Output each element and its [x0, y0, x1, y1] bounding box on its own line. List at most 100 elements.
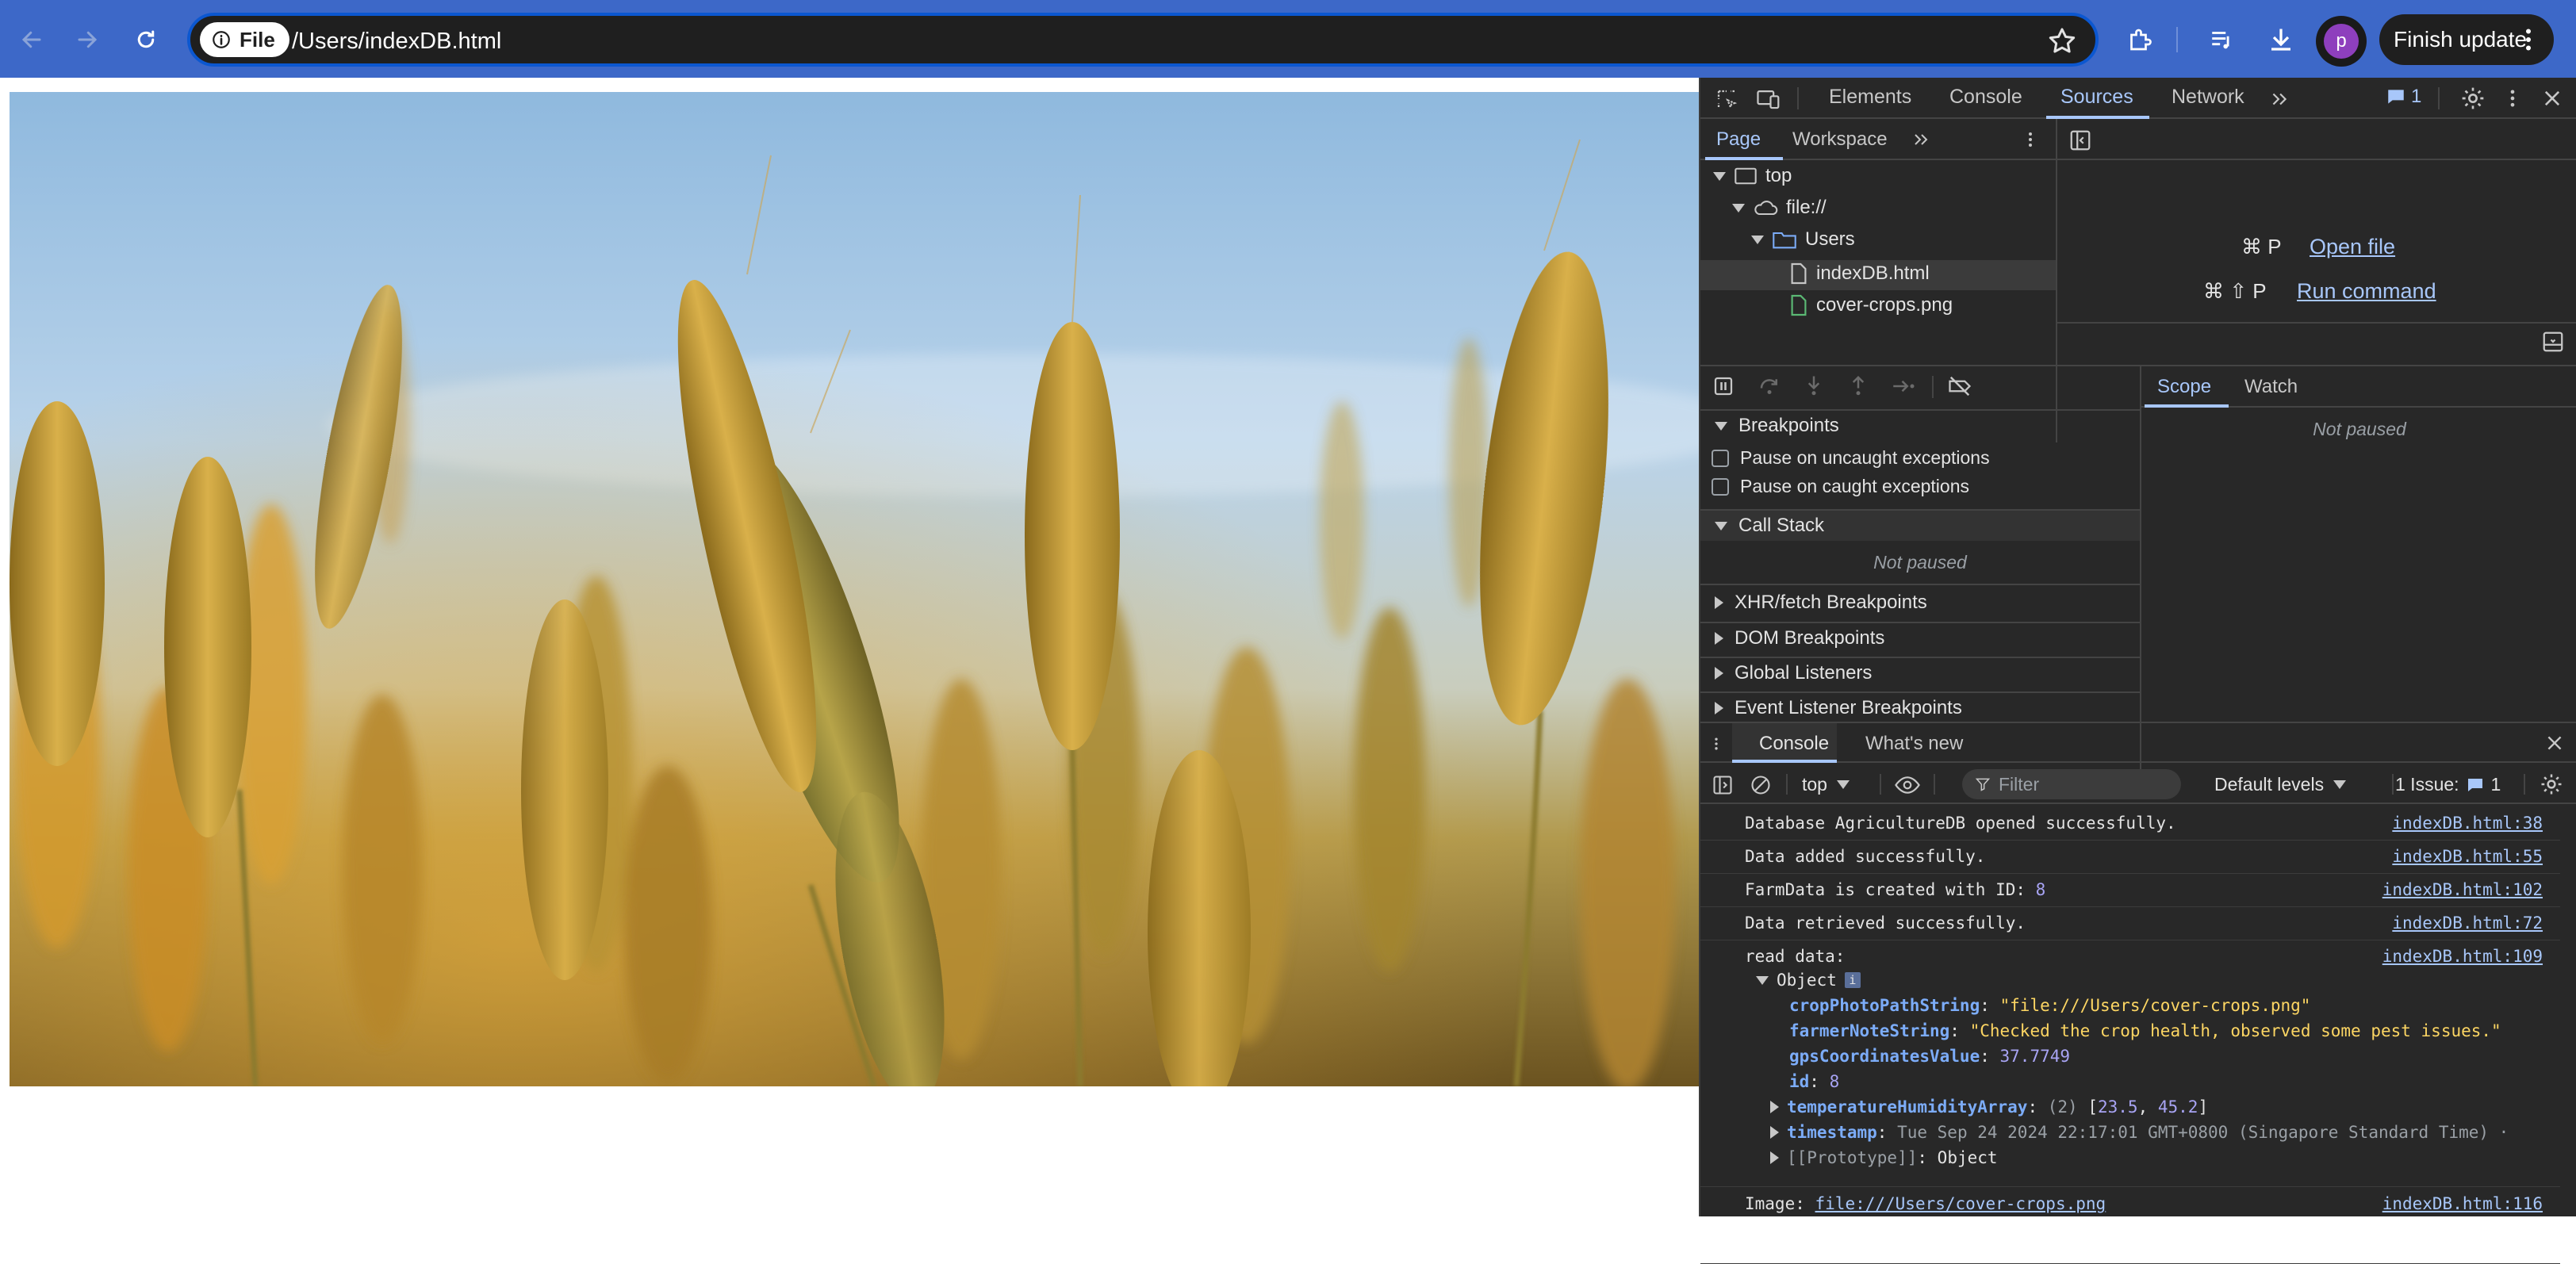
prop-value: "file:///Users/cover-crops.png" — [1999, 996, 2311, 1015]
playlist-icon — [2212, 32, 2229, 49]
tree-item-top[interactable]: top — [1713, 165, 1792, 187]
tree-item-file[interactable]: cover-crops.png — [1789, 293, 1953, 317]
event-listener-breakpoints-header[interactable]: Event Listener Breakpoints — [1700, 691, 2140, 723]
tab-network[interactable]: Network — [2172, 86, 2244, 109]
console-sidebar-icon[interactable] — [1712, 774, 1734, 796]
tree-item-folder[interactable]: Users — [1751, 228, 1855, 251]
tree-item-file-label: cover-crops.png — [1816, 294, 1953, 316]
navigator-tabbar: Page Workspace — [1700, 119, 2576, 160]
image-link[interactable]: file:///Users/cover-crops.png — [1815, 1194, 2106, 1213]
source-link[interactable]: indexDB.html:38 — [2392, 814, 2543, 833]
pause-uncaught-checkbox[interactable]: Pause on uncaught exceptions — [1712, 447, 1990, 469]
pause-caught-checkbox[interactable]: Pause on caught exceptions — [1712, 476, 1969, 497]
log-levels-dropdown[interactable]: Default levels — [2214, 774, 2347, 795]
filter-input[interactable]: Filter — [1962, 769, 2181, 799]
message-text: Image: — [1745, 1194, 1815, 1213]
info-icon[interactable]: i — [1844, 972, 1861, 988]
info-icon — [213, 31, 230, 48]
console-message: Data retrieved successfully. indexDB.htm… — [1700, 907, 2560, 940]
step-out-icon[interactable] — [1846, 374, 1870, 398]
clear-console-icon[interactable] — [1750, 774, 1772, 796]
back-button[interactable] — [10, 17, 54, 62]
navigator-menu-icon[interactable] — [2021, 128, 2040, 151]
section-label: DOM Breakpoints — [1735, 627, 1885, 649]
tab-console[interactable]: Console — [1949, 86, 2022, 109]
cover-crops-image — [10, 92, 1699, 1086]
pause-icon[interactable] — [1712, 374, 1735, 398]
site-info-chip[interactable]: File — [200, 22, 289, 57]
call-stack-status: Not paused — [1873, 552, 1967, 573]
toggle-navigator-icon[interactable] — [2068, 128, 2092, 152]
source-link[interactable]: indexDB.html:55 — [2392, 847, 2543, 866]
console-issues-button[interactable]: 1 Issue: 1 — [2395, 774, 2501, 795]
issues-badge[interactable]: 1 — [2386, 86, 2421, 108]
dom-breakpoints-header[interactable]: DOM Breakpoints — [1700, 622, 2140, 653]
profile-avatar[interactable]: p — [2316, 16, 2367, 67]
source-link[interactable]: indexDB.html:116 — [2382, 1194, 2543, 1213]
tab-watch[interactable]: Watch — [2244, 376, 2298, 398]
tab-workspace[interactable]: Workspace — [1792, 128, 1888, 151]
object-root[interactable]: Object i — [1756, 971, 1861, 990]
address-bar[interactable]: File /Users/indexDB.html — [187, 13, 2099, 67]
downloads-button[interactable] — [2260, 19, 2302, 60]
device-toolbar-icon[interactable] — [1756, 87, 1781, 111]
issues-label: 1 Issue: — [2395, 774, 2459, 795]
prop-key: cropPhotoPathString — [1789, 996, 1980, 1015]
tab-sources[interactable]: Sources — [2060, 86, 2133, 109]
extensions-button[interactable] — [2119, 19, 2160, 60]
url-text[interactable]: /Users/indexDB.html — [292, 25, 501, 57]
tab-elements[interactable]: Elements — [1829, 86, 1911, 109]
console-settings-icon[interactable] — [2540, 772, 2563, 796]
issues-count: 1 — [2490, 774, 2501, 795]
object-prop-expandable[interactable]: [[Prototype]]: Object — [1770, 1148, 1998, 1167]
open-file-link[interactable]: Open file — [2310, 235, 2395, 259]
checkbox[interactable] — [1712, 449, 1729, 467]
object-prop-expandable[interactable]: timestamp: Tue Sep 24 2024 22:17:01 GMT+… — [1770, 1123, 2509, 1142]
object-prop: farmerNoteString: "Checked the crop heal… — [1789, 1021, 2501, 1040]
step-over-icon[interactable] — [1758, 374, 1781, 398]
drawer-menu-icon[interactable] — [1708, 733, 1724, 755]
close-drawer-icon[interactable] — [2544, 733, 2565, 753]
prop-key: gpsCoordinatesValue — [1789, 1047, 1980, 1066]
inspect-element-icon[interactable] — [1715, 87, 1738, 111]
step-icon[interactable] — [1891, 374, 1918, 398]
global-listeners-header[interactable]: Global Listeners — [1700, 657, 2140, 688]
context-selector[interactable]: top — [1802, 774, 1850, 795]
drawer-tab-console[interactable]: Console — [1759, 733, 1829, 755]
source-link[interactable]: indexDB.html:109 — [2382, 947, 2543, 966]
toggle-debugger-icon[interactable] — [2541, 330, 2565, 354]
source-link[interactable]: indexDB.html:102 — [2382, 880, 2543, 899]
media-controls-button[interactable] — [2202, 19, 2243, 60]
reload-button[interactable] — [124, 17, 168, 62]
breakpoints-section-header[interactable]: Breakpoints — [1700, 409, 2140, 441]
prop-key: id — [1789, 1072, 1810, 1091]
more-navigators-icon[interactable] — [1911, 130, 1930, 149]
close-devtools-icon[interactable] — [2541, 87, 2563, 109]
issues-badge-count: 1 — [2411, 86, 2422, 107]
bookmark-button[interactable] — [2046, 25, 2078, 57]
object-prop-expandable[interactable]: temperatureHumidityArray: (2) [23.5, 45.… — [1770, 1097, 2208, 1117]
context-label: top — [1802, 774, 1827, 795]
tree-item-file[interactable]: indexDB.html — [1789, 262, 1930, 285]
step-into-icon[interactable] — [1802, 374, 1826, 398]
finish-update-button[interactable]: Finish update — [2379, 14, 2554, 65]
tab-page[interactable]: Page — [1716, 128, 1761, 151]
settings-gear-icon[interactable] — [2460, 86, 2486, 111]
message-value: 8 — [2035, 880, 2046, 899]
forward-button[interactable] — [65, 17, 109, 62]
prop-key: temperatureHumidityArray — [1787, 1097, 2028, 1117]
tab-scope[interactable]: Scope — [2157, 376, 2211, 398]
run-command-link[interactable]: Run command — [2297, 279, 2436, 304]
more-tabs-icon[interactable] — [2268, 89, 2290, 109]
deactivate-breakpoints-icon[interactable] — [1946, 374, 1973, 398]
checkbox[interactable] — [1712, 477, 1729, 496]
pause-uncaught-label: Pause on uncaught exceptions — [1740, 447, 1990, 468]
source-link[interactable]: indexDB.html:72 — [2392, 914, 2543, 933]
tree-item-origin[interactable]: file:// — [1732, 197, 1827, 219]
call-stack-section-header[interactable]: Call Stack — [1700, 509, 2140, 541]
live-expression-eye-icon[interactable] — [1894, 774, 1921, 796]
more-vert-icon[interactable] — [2501, 86, 2524, 111]
drawer-tab-whats-new[interactable]: What's new — [1865, 733, 1963, 755]
xhr-breakpoints-header[interactable]: XHR/fetch Breakpoints — [1700, 587, 2140, 619]
browser-toolbar: File /Users/indexDB.html p Finish update — [0, 0, 2576, 78]
